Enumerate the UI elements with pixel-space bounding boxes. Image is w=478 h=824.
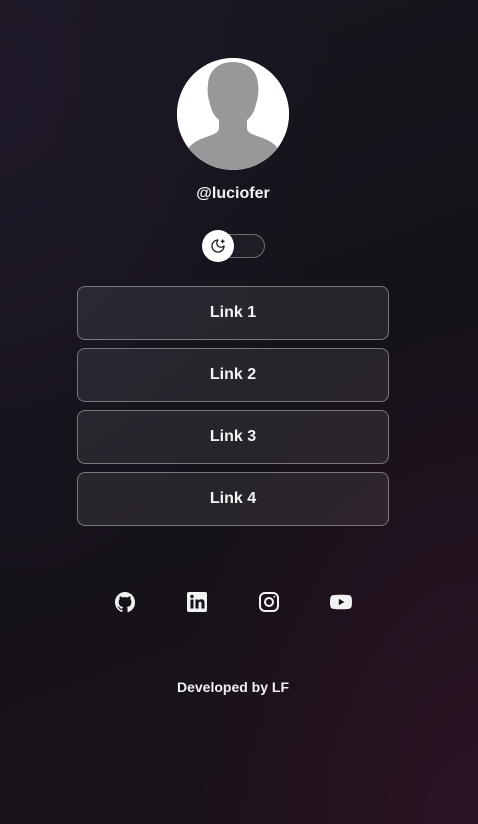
link-button-4[interactable]: Link 4 [77, 472, 389, 526]
instagram-icon [259, 592, 279, 612]
links-list: Link 1 Link 2 Link 3 Link 4 [77, 286, 389, 534]
footer-credit: Developed by LF [176, 679, 290, 695]
instagram-link[interactable] [257, 590, 281, 614]
avatar [177, 58, 289, 170]
link-button-2[interactable]: Link 2 [77, 348, 389, 402]
theme-toggle[interactable] [202, 230, 265, 262]
username: @luciofer [196, 185, 270, 202]
github-icon [115, 592, 136, 613]
linkedin-icon [187, 592, 207, 612]
youtube-link[interactable] [329, 590, 353, 614]
default-user-silhouette-icon [177, 58, 289, 170]
moon-icon [211, 239, 225, 253]
linktree-page: @luciofer Link 1 Link 2 Link 3 Link 4 De… [0, 0, 478, 824]
link-button-3[interactable]: Link 3 [77, 410, 389, 464]
github-link[interactable] [113, 590, 137, 614]
linkedin-link[interactable] [185, 590, 209, 614]
youtube-icon [330, 594, 352, 610]
toggle-knob[interactable] [202, 230, 234, 262]
social-links [0, 590, 466, 614]
link-button-1[interactable]: Link 1 [77, 286, 389, 340]
